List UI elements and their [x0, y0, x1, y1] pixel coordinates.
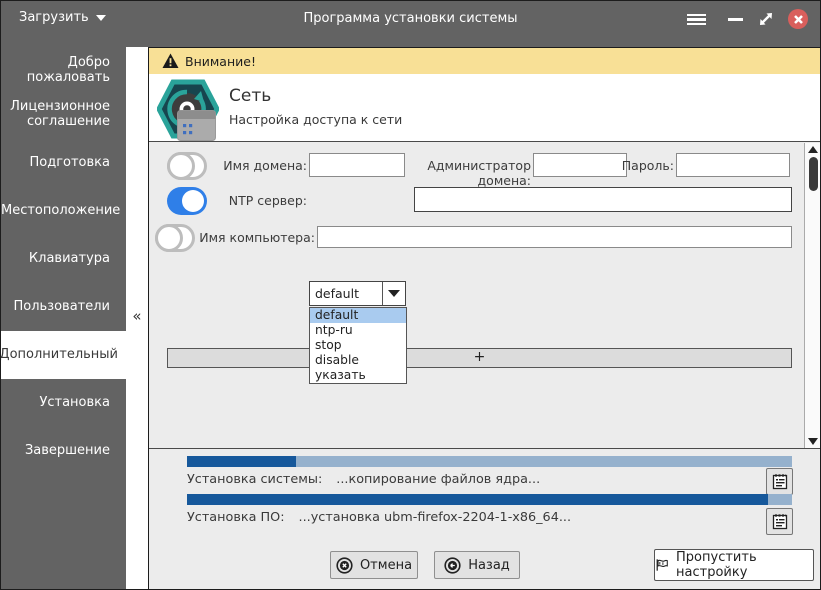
ntp-toggle[interactable] — [167, 187, 207, 215]
hostname-input[interactable] — [317, 226, 792, 248]
installer-window: Загрузить Программа установки системы До… — [0, 0, 821, 590]
cancel-label: Отмена — [360, 558, 412, 573]
dropdown-option-custom[interactable]: указать — [310, 368, 406, 383]
system-progress-status: ...копирование файлов ядра... — [336, 472, 540, 487]
system-log-button[interactable] — [766, 468, 793, 495]
sidebar-item-finish[interactable]: Завершение — [1, 443, 118, 458]
system-progress-bar — [187, 456, 792, 467]
domain-admin-input[interactable] — [533, 153, 627, 177]
hostname-label: Имя компьютера: — [185, 230, 315, 245]
password-input[interactable] — [676, 153, 790, 177]
log-icon — [772, 473, 788, 490]
dropdown-option-stop[interactable]: stop — [310, 338, 406, 353]
main-panel: Внимание! Сеть Настройка доступа к с — [148, 47, 821, 590]
toggle-knob — [155, 224, 183, 252]
system-progress-fill — [187, 456, 296, 467]
scroll-down-icon[interactable] — [808, 438, 818, 445]
section-title: Сеть — [229, 86, 271, 106]
close-icon — [793, 14, 804, 25]
warning-text: Внимание! — [185, 54, 256, 69]
dropdown-option-disable[interactable]: disable — [310, 353, 406, 368]
section-header: Сеть Настройка доступа к сети — [149, 74, 821, 142]
sidebar-gutter: « — [126, 47, 148, 590]
sidebar-collapse-button[interactable]: « — [129, 307, 145, 325]
sidebar-item-location[interactable]: Местоположение — [1, 203, 118, 218]
add-row-button[interactable]: + — [167, 348, 792, 368]
sidebar-item-additional[interactable]: Дополнительный — [1, 331, 126, 379]
toggle-knob — [182, 190, 204, 212]
scroll-up-icon[interactable] — [808, 146, 818, 153]
sidebar-item-license[interactable]: Лицензионное соглашение — [1, 99, 118, 130]
log-icon — [772, 513, 788, 530]
software-progress-bar — [187, 494, 792, 505]
system-progress-row: Установка системы: ...копирование файлов… — [187, 472, 540, 487]
dropdown-option-default[interactable]: default — [310, 308, 406, 323]
back-icon — [444, 557, 461, 574]
chevron-down-icon — [388, 290, 400, 297]
system-progress-label: Установка системы: — [187, 472, 322, 487]
app-window-icon — [177, 110, 216, 141]
titlebar: Загрузить Программа установки системы — [1, 1, 820, 37]
software-progress-fill — [187, 494, 768, 505]
skip-settings-button[interactable]: Пропустить настройку — [654, 549, 814, 581]
sidebar-item-preparation[interactable]: Подготовка — [1, 155, 118, 170]
software-progress-label: Установка ПО: — [187, 510, 285, 525]
flag-icon — [655, 557, 669, 573]
cancel-icon — [336, 557, 353, 574]
toggle-knob — [167, 152, 195, 180]
domain-admin-label: Администратор домена: — [401, 158, 531, 188]
domain-input[interactable] — [309, 153, 405, 177]
domain-toggle[interactable] — [167, 152, 207, 180]
warning-banner: Внимание! — [149, 48, 821, 74]
sidebar-item-users[interactable]: Пользователи — [1, 299, 118, 314]
close-button[interactable] — [788, 9, 808, 29]
vertical-scrollbar[interactable] — [804, 143, 821, 448]
software-progress-status: ...установка ubm-firefox-2204-1-x86_64..… — [299, 510, 572, 525]
minimize-icon — [728, 18, 743, 21]
ntp-selected-value: default — [310, 286, 382, 301]
sidebar: Добро пожаловать Лицензионное соглашение… — [1, 47, 126, 590]
section-subtitle: Настройка доступа к сети — [229, 112, 402, 127]
network-form: Имя домена: Администратор домена: Пароль… — [149, 142, 821, 449]
maximize-button[interactable] — [754, 9, 778, 29]
skip-label: Пропустить настройку — [676, 550, 813, 580]
software-log-button[interactable] — [766, 508, 793, 535]
sidebar-item-welcome[interactable]: Добро пожаловать — [1, 55, 118, 86]
minimize-button[interactable] — [723, 9, 747, 29]
ntp-dropdown-list: default ntp-ru stop disable указать — [309, 307, 407, 384]
sidebar-item-install[interactable]: Установка — [1, 395, 118, 410]
combo-arrow-button[interactable] — [382, 282, 405, 305]
domain-label: Имя домена: — [207, 158, 307, 173]
menu-button[interactable] — [684, 9, 708, 29]
software-progress-row: Установка ПО: ...установка ubm-firefox-2… — [187, 510, 571, 525]
warning-icon — [162, 53, 179, 69]
hamburger-icon — [687, 14, 706, 25]
back-label: Назад — [468, 558, 510, 573]
ntp-select[interactable]: default — [309, 281, 406, 306]
back-button[interactable]: Назад — [434, 551, 520, 579]
resize-diagonal-icon — [757, 10, 775, 28]
cancel-button[interactable]: Отмена — [330, 551, 418, 579]
scrollbar-thumb[interactable] — [809, 157, 818, 191]
sidebar-item-keyboard[interactable]: Клавиатура — [1, 251, 118, 266]
dropdown-option-ntp-ru[interactable]: ntp-ru — [310, 323, 406, 338]
ntp-server-input[interactable] — [414, 187, 792, 212]
ntp-label: NTP сервер: — [207, 193, 307, 208]
password-label: Пароль: — [619, 158, 674, 173]
